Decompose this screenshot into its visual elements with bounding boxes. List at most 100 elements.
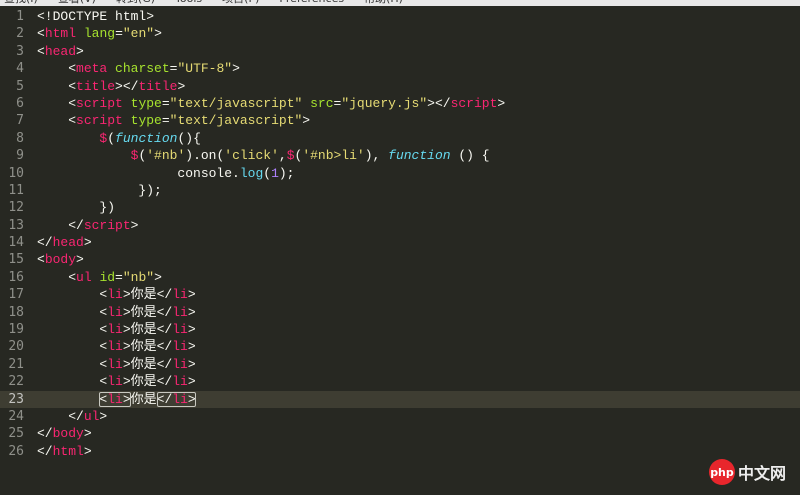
code-line[interactable]: 1 <!DOCTYPE html>	[0, 8, 800, 25]
code-line[interactable]: 3 <head>	[0, 43, 800, 60]
code-line[interactable]: 19 <li>你是</li>	[0, 321, 800, 338]
code-line[interactable]: 26 </html>	[0, 443, 800, 460]
code-token: li	[107, 356, 123, 372]
line-number: 7	[16, 113, 24, 129]
code-token: li	[172, 356, 188, 372]
line-code: <li>你是</li>	[37, 286, 196, 303]
code-token: <!DOCTYPE html>	[37, 9, 155, 24]
code-line[interactable]: 11 });	[0, 182, 800, 199]
code-token: li	[172, 287, 188, 303]
code-line[interactable]: 16 <ul id="nb">	[0, 269, 800, 286]
code-token: >	[130, 217, 139, 233]
line-number: 14	[8, 235, 24, 251]
code-line[interactable]: 5 <title></title>	[0, 78, 800, 95]
bracket-match-highlight: <li>	[99, 391, 131, 407]
code-token: (	[263, 165, 272, 181]
menu-item[interactable]: 查看(V)	[58, 0, 96, 6]
line-code: $('#nb').on('click',$('#nb>li'), functio…	[37, 147, 490, 164]
menu-item[interactable]: Tools	[175, 0, 202, 6]
code-token: >	[187, 356, 196, 372]
line-number: 19	[8, 322, 24, 338]
code-token: script	[83, 217, 131, 233]
code-token: html	[44, 26, 77, 42]
code-token: </	[37, 217, 84, 233]
code-line[interactable]: 12 })	[0, 199, 800, 216]
code-token: >	[187, 287, 196, 303]
line-number: 11	[8, 182, 24, 198]
code-line[interactable]: 18 <li>你是</li>	[0, 304, 800, 321]
code-token: =	[115, 269, 123, 285]
code-token: li	[107, 339, 123, 355]
code-token: "nb"	[122, 269, 155, 285]
code-line[interactable]: 21 <li>你是</li>	[0, 356, 800, 373]
code-token: src	[310, 95, 334, 111]
code-token: li	[172, 322, 188, 338]
code-token: })	[37, 200, 116, 216]
line-code: <script type="text/javascript" src="jque…	[37, 95, 505, 112]
code-token: li	[107, 374, 123, 390]
code-line[interactable]: 23 <li>你是</li>	[0, 390, 800, 408]
code-token: 'click'	[224, 148, 279, 164]
code-line[interactable]: 9 $('#nb').on('click',$('#nb>li'), funct…	[0, 147, 800, 164]
menu-item[interactable]: 转到(G)	[116, 0, 155, 6]
code-token: >	[76, 252, 84, 268]
code-token: li	[107, 287, 123, 303]
code-token: id	[99, 269, 116, 285]
line-number: 3	[16, 43, 24, 59]
code-line[interactable]: 7 <script type="text/javascript">	[0, 112, 800, 129]
line-number: 5	[16, 78, 24, 94]
code-token: () {	[450, 148, 490, 164]
code-line[interactable]: 24 </ul>	[0, 408, 800, 425]
line-code: <!DOCTYPE html>	[37, 8, 154, 25]
line-number: 9	[16, 148, 24, 164]
code-token: <	[37, 339, 108, 355]
menu-item[interactable]: 查找(I)	[4, 0, 38, 6]
line-number: 18	[8, 304, 24, 320]
code-line[interactable]: 10 console.log(1);	[0, 165, 800, 182]
menu-item[interactable]: Preferences	[279, 0, 344, 6]
code-line[interactable]: 15 <body>	[0, 251, 800, 268]
code-token: type	[130, 113, 162, 129]
code-token: script	[450, 95, 498, 111]
code-token: <	[37, 43, 45, 59]
code-line[interactable]: 25 </body>	[0, 425, 800, 442]
code-token: title	[138, 78, 178, 94]
line-code: <li>你是</li>	[37, 373, 195, 390]
code-line[interactable]: 17 <li>你是</li>	[0, 286, 800, 303]
code-token: >	[497, 95, 506, 111]
line-number: 26	[8, 443, 24, 459]
code-line[interactable]: 4 <meta charset="UTF-8">	[0, 60, 800, 77]
code-line[interactable]: 6 <script type="text/javascript" src="jq…	[0, 95, 800, 112]
code-token: head	[44, 43, 77, 59]
code-token: <	[37, 287, 108, 303]
code-editor[interactable]: 1 <!DOCTYPE html> 2 <html lang="en"> 3 <head>…	[0, 8, 800, 460]
line-code: <li>你是</li>	[37, 391, 196, 408]
code-token: >你是</	[122, 356, 173, 372]
menu-item[interactable]: 项目(P)	[222, 0, 259, 6]
code-line[interactable]: 13 </script>	[0, 217, 800, 234]
code-line[interactable]: 2 <html lang="en">	[0, 25, 800, 42]
code-token: >你是</	[122, 339, 173, 355]
code-token: script	[76, 95, 123, 111]
code-line[interactable]: 8 $(function(){	[0, 130, 800, 147]
code-token: >	[302, 113, 311, 129]
code-token: li	[172, 374, 188, 390]
watermark-text: 中文网	[737, 464, 786, 483]
code-token: function	[115, 130, 178, 146]
code-line[interactable]: 22 <li>你是</li>	[0, 373, 800, 390]
menu-item[interactable]: 帮助(H)	[364, 0, 403, 6]
code-token: "text/javascript"	[169, 113, 303, 129]
line-code: <head>	[37, 43, 84, 60]
line-code: <title></title>	[37, 78, 185, 95]
code-token: $	[286, 148, 295, 164]
code-token: });	[37, 182, 162, 198]
line-code: </body>	[37, 425, 92, 442]
code-token: <	[37, 113, 77, 129]
code-token: </	[37, 443, 53, 459]
code-token: li	[107, 322, 123, 338]
code-line[interactable]: 20 <li>你是</li>	[0, 338, 800, 355]
code-line[interactable]: 14 </head>	[0, 234, 800, 251]
line-number: 25	[8, 426, 24, 442]
